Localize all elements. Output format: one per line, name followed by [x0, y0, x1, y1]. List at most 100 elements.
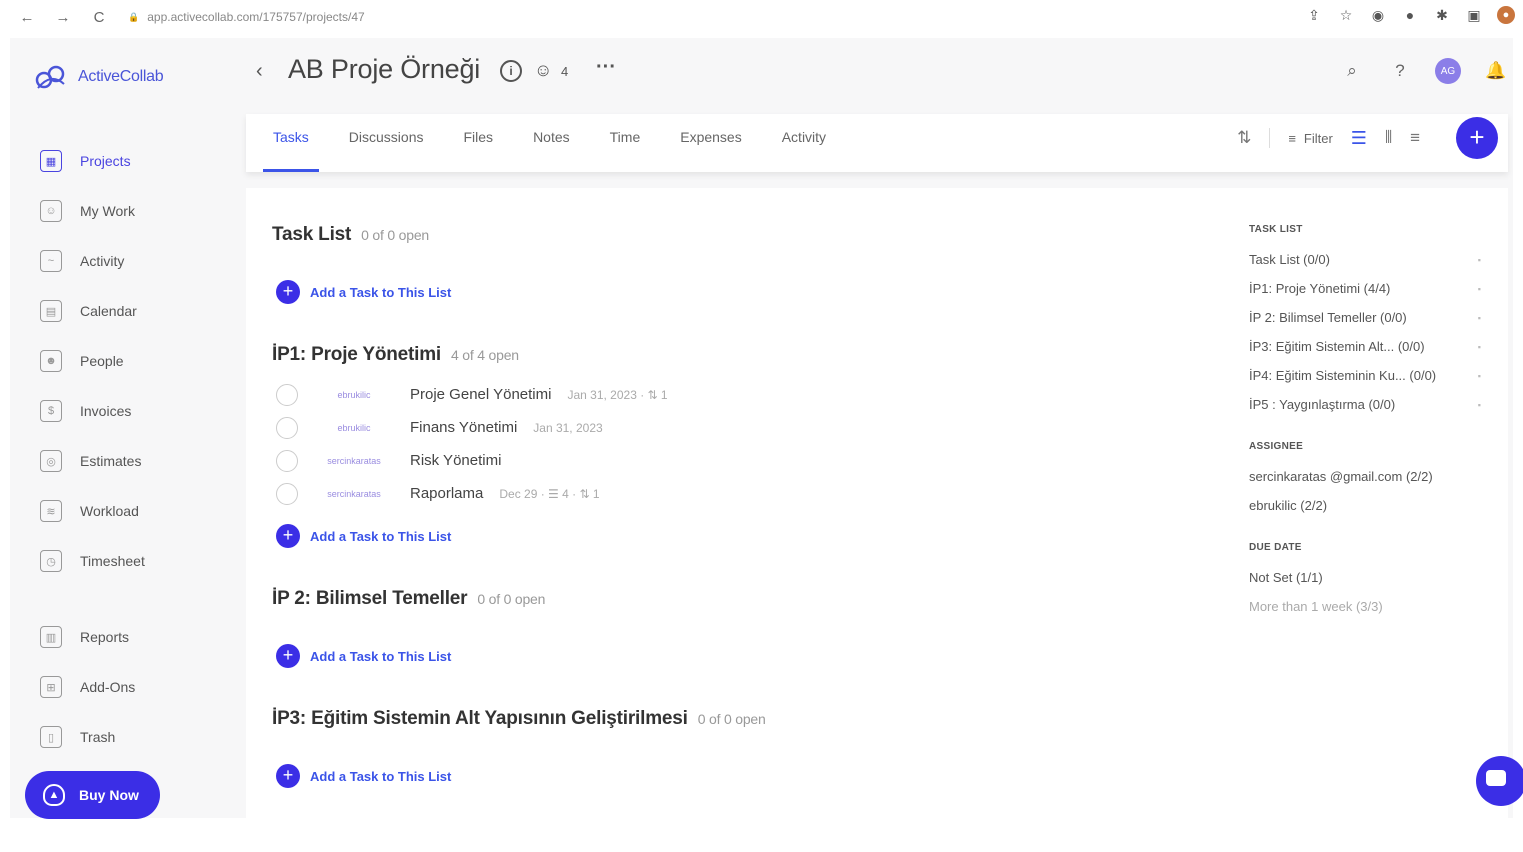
task-checkbox[interactable]: [276, 416, 298, 439]
drag-handle-icon[interactable]: ▪: [1478, 342, 1481, 352]
panel-assignee-item[interactable]: sercinkaratas @gmail.com (2/2): [1249, 462, 1489, 491]
add-task-button[interactable]: + Add a Task to This List: [272, 280, 1172, 304]
reload-icon[interactable]: C: [90, 9, 108, 26]
task-row[interactable]: ebrukilic Finans Yönetimi Jan 31, 2023: [272, 411, 1172, 444]
sidebar-item-calendar[interactable]: ▤ Calendar: [40, 286, 240, 336]
task-assignee[interactable]: sercinkaratas: [314, 489, 394, 499]
drag-handle-icon[interactable]: ▪: [1478, 400, 1481, 410]
sidebar-item-label: People: [80, 353, 124, 369]
sort-icon[interactable]: ⇅: [1237, 128, 1251, 148]
sidebar-item-timesheet[interactable]: ◷ Timesheet: [40, 536, 240, 586]
address-bar[interactable]: 🔒 app.activecollab.com/175757/projects/4…: [128, 10, 365, 24]
project-tabbar: Tasks Discussions Files Notes Time Expen…: [246, 114, 1508, 172]
panel-item-label: More than 1 week (3/3): [1249, 599, 1383, 614]
timeline-view-icon[interactable]: ≡: [1410, 128, 1420, 148]
add-task-button[interactable]: + Add a Task to This List: [272, 644, 1172, 668]
panel-task-list-item[interactable]: İP3: Eğitim Sistemin Alt... (0/0) ▪: [1249, 332, 1489, 361]
task-list-header[interactable]: İP3: Eğitim Sistemin Alt Yapısının Geliş…: [272, 708, 1172, 730]
drag-handle-icon[interactable]: ▪: [1478, 371, 1481, 381]
column-view-icon[interactable]: ⫴: [1385, 128, 1392, 148]
task-list-header[interactable]: İP1: Proje Yönetimi 4 of 4 open: [272, 344, 1172, 366]
sidebar-item-label: Add-Ons: [80, 679, 136, 695]
filter-button[interactable]: ≡ Filter: [1288, 131, 1332, 146]
extension-icon[interactable]: ●: [1401, 6, 1419, 24]
calendar-icon: ▤: [40, 300, 62, 322]
profile-avatar-icon[interactable]: ●: [1497, 6, 1515, 24]
star-icon[interactable]: ☆: [1337, 6, 1355, 24]
sidebar-item-label: Activity: [80, 253, 125, 269]
sidebar-item-reports[interactable]: ▥ Reports: [40, 612, 240, 662]
browser-nav: ← → C: [18, 9, 108, 26]
buy-now-button[interactable]: ▲ Buy Now: [25, 771, 160, 819]
list-view-icon[interactable]: ☰: [1351, 128, 1367, 149]
task-name[interactable]: Proje Genel Yönetimi: [410, 386, 551, 403]
tab-activity[interactable]: Activity: [772, 114, 836, 172]
add-task-button[interactable]: + Add a Task to This List: [272, 524, 1172, 548]
add-button[interactable]: +: [1456, 117, 1498, 159]
task-checkbox[interactable]: [276, 449, 298, 472]
panel-task-list-item[interactable]: İP4: Eğitim Sisteminin Ku... (0/0) ▪: [1249, 361, 1489, 390]
task-assignee[interactable]: sercinkaratas: [314, 456, 394, 466]
logo[interactable]: ActiveCollab: [34, 62, 164, 92]
sidebar-item-people[interactable]: ☻ People: [40, 336, 240, 386]
filter-icon: ≡: [1288, 130, 1296, 146]
tab-tasks[interactable]: Tasks: [263, 114, 319, 172]
sidepanel-icon[interactable]: ▣: [1465, 6, 1483, 24]
back-chevron-icon[interactable]: ‹: [256, 60, 263, 83]
drag-handle-icon[interactable]: ▪: [1478, 255, 1481, 265]
panel-task-list-item[interactable]: İP1: Proje Yönetimi (4/4) ▪: [1249, 274, 1489, 303]
tab-time[interactable]: Time: [600, 114, 651, 172]
panel-item-label: İP5 : Yaygınlaştırma (0/0): [1249, 397, 1396, 412]
task-name[interactable]: Risk Yönetimi: [410, 452, 501, 469]
sidebar-item-workload[interactable]: ≋ Workload: [40, 486, 240, 536]
drag-handle-icon[interactable]: ▪: [1478, 313, 1481, 323]
task-assignee[interactable]: ebrukilic: [314, 423, 394, 433]
people-count[interactable]: 4: [561, 64, 568, 79]
sidebar-item-invoices[interactable]: $ Invoices: [40, 386, 240, 436]
tab-notes[interactable]: Notes: [523, 114, 580, 172]
tab-discussions[interactable]: Discussions: [339, 114, 434, 172]
help-icon[interactable]: ?: [1387, 58, 1413, 84]
sidebar-item-projects[interactable]: ▦ Projects: [40, 136, 240, 186]
extension-icon[interactable]: ◉: [1369, 6, 1387, 24]
task-row[interactable]: ebrukilic Proje Genel Yönetimi Jan 31, 2…: [272, 378, 1172, 411]
sidebar-item-trash[interactable]: ▯ Trash: [40, 712, 240, 762]
task-name[interactable]: Raporlama: [410, 485, 483, 502]
more-options-icon[interactable]: ···: [596, 56, 616, 79]
task-assignee[interactable]: ebrukilic: [314, 390, 394, 400]
tab-files[interactable]: Files: [454, 114, 504, 172]
avatar[interactable]: AG: [1435, 58, 1461, 84]
bell-icon[interactable]: 🔔: [1483, 58, 1509, 84]
task-row[interactable]: sercinkaratas Raporlama Dec 29 · ☰ 4 · ⇅…: [272, 477, 1172, 510]
search-icon[interactable]: ⌕: [1339, 58, 1365, 84]
puzzle-icon[interactable]: ✱: [1433, 6, 1451, 24]
sidebar-item-estimates[interactable]: ◎ Estimates: [40, 436, 240, 486]
sidebar-item-my-work[interactable]: ☺ My Work: [40, 186, 240, 236]
people-icon[interactable]: ☺: [534, 60, 552, 81]
tab-expenses[interactable]: Expenses: [670, 114, 751, 172]
sidebar-item-add-ons[interactable]: ⊞ Add-Ons: [40, 662, 240, 712]
info-icon[interactable]: i: [500, 60, 522, 82]
forward-arrow-icon[interactable]: →: [54, 9, 72, 26]
task-list-header[interactable]: Task List 0 of 0 open: [272, 224, 1172, 246]
task-list-header[interactable]: İP 2: Bilimsel Temeller 0 of 0 open: [272, 588, 1172, 610]
panel-due-item[interactable]: Not Set (1/1): [1249, 563, 1489, 592]
panel-assignee-item[interactable]: ebrukilic (2/2): [1249, 491, 1489, 520]
panel-due-item[interactable]: More than 1 week (3/3): [1249, 592, 1489, 621]
task-name[interactable]: Finans Yönetimi: [410, 419, 517, 436]
task-checkbox[interactable]: [276, 383, 298, 406]
task-checkbox[interactable]: [276, 482, 298, 505]
task-row[interactable]: sercinkaratas Risk Yönetimi: [272, 444, 1172, 477]
url-text[interactable]: app.activecollab.com/175757/projects/47: [147, 10, 364, 24]
share-icon[interactable]: ⇪: [1305, 6, 1323, 24]
task-list-count: 4 of 4 open: [451, 347, 519, 363]
panel-task-list-item[interactable]: İP 2: Bilimsel Temeller (0/0) ▪: [1249, 303, 1489, 332]
back-arrow-icon[interactable]: ←: [18, 9, 36, 26]
panel-task-list-item[interactable]: İP5 : Yaygınlaştırma (0/0) ▪: [1249, 390, 1489, 419]
panel-task-list-item[interactable]: Task List (0/0) ▪: [1249, 245, 1489, 274]
sidebar-item-label: Reports: [80, 629, 130, 645]
sidebar-item-activity[interactable]: ~ Activity: [40, 236, 240, 286]
drag-handle-icon[interactable]: ▪: [1478, 284, 1481, 294]
add-task-button[interactable]: + Add a Task to This List: [272, 764, 1172, 788]
